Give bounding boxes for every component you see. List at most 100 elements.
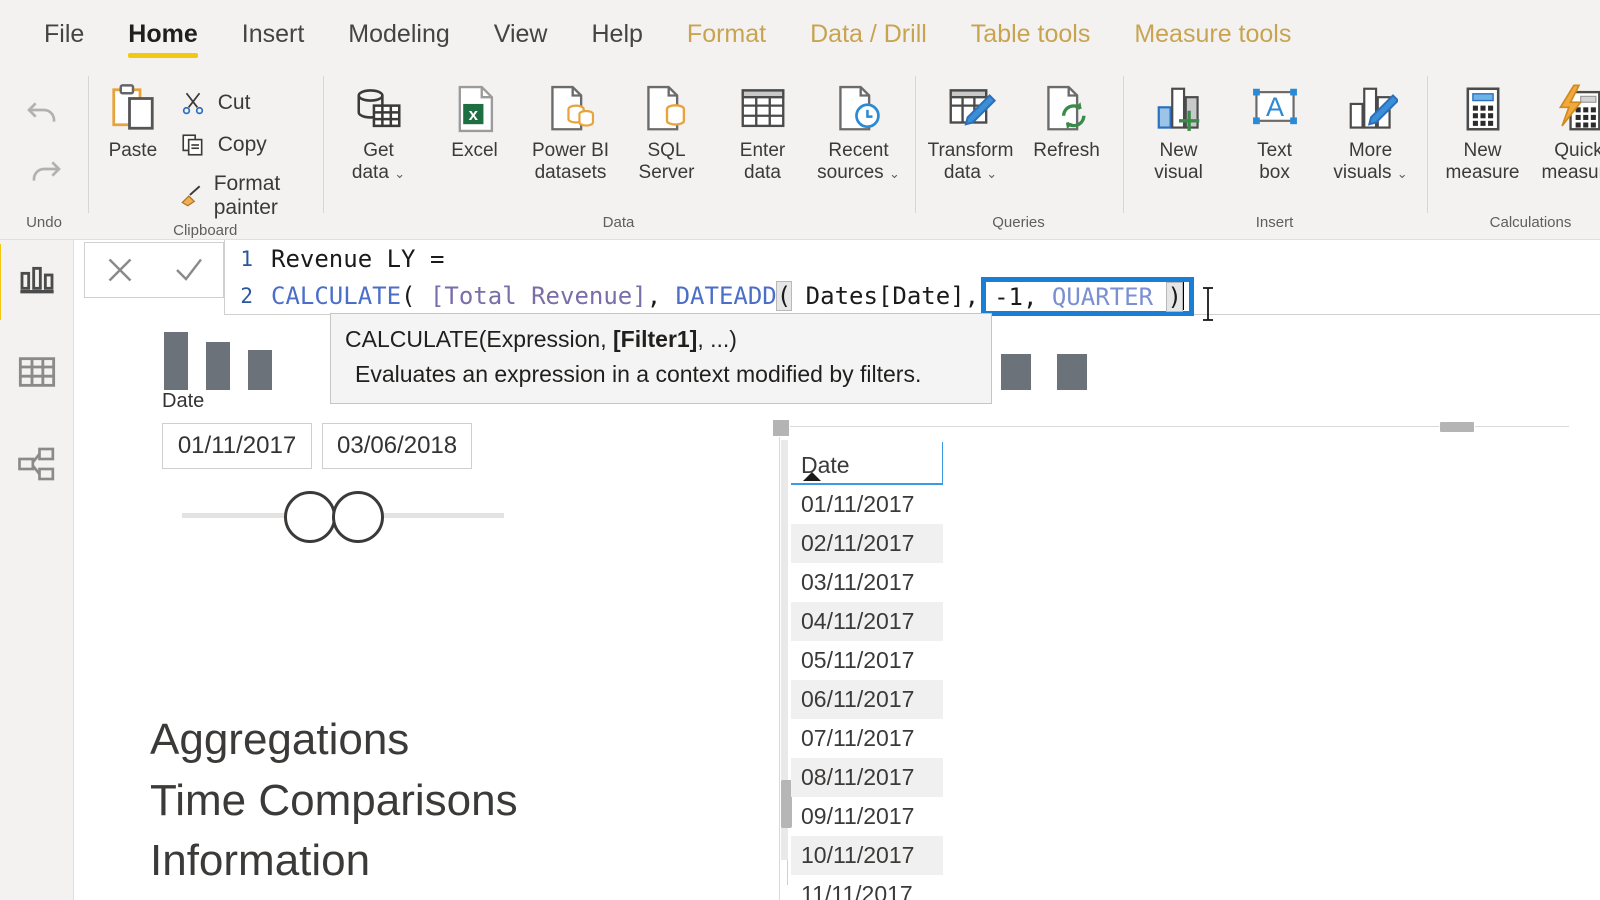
sql-server-icon	[640, 80, 694, 138]
dax-line-2[interactable]: 2 CALCULATE( [Total Revenue], DATEADD( D…	[225, 277, 1600, 316]
date-table-visual[interactable]: Date 01/11/2017 02/11/2017 03/11/2017 04…	[772, 419, 1569, 900]
quick-measure-button[interactable]: Quickmeasure	[1533, 74, 1600, 184]
ribbon-tab-data-drill[interactable]: Data / Drill	[788, 0, 949, 68]
dax-token-dateadd: DATEADD	[675, 281, 777, 310]
commit-check-icon[interactable]	[166, 247, 212, 293]
chevron-down-icon[interactable]: ⌄	[394, 166, 405, 181]
dax-editor[interactable]: 1 Revenue LY = 2 CALCULATE( [Total Reven…	[224, 240, 1600, 321]
excel-label: Excel	[451, 140, 498, 161]
ribbon-tab-help[interactable]: Help	[570, 0, 665, 68]
table-row[interactable]: 07/11/2017	[791, 719, 943, 758]
table-row[interactable]: 03/11/2017	[791, 563, 943, 602]
dax-line-1[interactable]: 1 Revenue LY =	[225, 240, 1600, 277]
model-view-icon	[17, 444, 57, 489]
more-visuals-label-2: visuals	[1333, 161, 1392, 183]
excel-button[interactable]: x Excel	[429, 74, 521, 162]
report-canvas[interactable]: Date 01/11/2017 03/06/2018 Aggregations …	[74, 240, 1600, 900]
table-row[interactable]: 09/11/2017	[791, 797, 943, 836]
chevron-down-icon[interactable]: ⌄	[889, 166, 900, 181]
ribbon-tab-table-tools[interactable]: Table tools	[949, 0, 1113, 68]
ribbon-tab-view[interactable]: View	[472, 0, 570, 68]
slicer-end-input[interactable]: 03/06/2018	[322, 423, 473, 469]
cancel-x-icon[interactable]	[97, 247, 143, 293]
sidebar-item-model-view[interactable]	[9, 438, 65, 494]
date-table[interactable]: Date 01/11/2017 02/11/2017 03/11/2017 04…	[791, 442, 943, 900]
recent-sources-label-2: sources	[817, 161, 884, 183]
text-visual[interactable]: Aggregations Time Comparisons Informatio…	[150, 710, 518, 892]
powerbi-datasets-button[interactable]: Power BI datasets	[525, 74, 617, 184]
get-data-label-2: data	[351, 161, 389, 183]
ribbon-tab-insert[interactable]: Insert	[220, 0, 327, 68]
slider-handle-start[interactable]	[284, 491, 336, 543]
table-row[interactable]: 01/11/2017	[791, 485, 943, 524]
chevron-down-icon[interactable]: ⌄	[986, 166, 997, 181]
table-row[interactable]: 06/11/2017	[791, 680, 943, 719]
ribbon-group-queries: Transform data ⌄ Refresh Queries	[914, 68, 1123, 239]
formula-bar-actions	[84, 242, 224, 298]
dax-formula-bar[interactable]: 1 Revenue LY = 2 CALCULATE( [Total Reven…	[84, 240, 1600, 321]
slider-handle-end[interactable]	[332, 491, 384, 543]
text-caret	[1181, 282, 1184, 310]
new-visual-icon	[1152, 80, 1206, 138]
table-row[interactable]: 05/11/2017	[791, 641, 943, 680]
cut-button[interactable]: Cut	[172, 86, 313, 120]
scissors-icon	[178, 88, 208, 118]
ribbon-tab-modeling[interactable]: Modeling	[326, 0, 471, 68]
new-measure-button[interactable]: New measure	[1437, 74, 1529, 184]
ribbon-group-label-undo: Undo	[26, 214, 62, 231]
dax-highlighted-parameter[interactable]: -1, QUARTER )	[981, 277, 1194, 316]
redo-arrow-icon[interactable]	[24, 149, 64, 194]
text-box-button[interactable]: A Text box	[1229, 74, 1321, 184]
table-row[interactable]: 10/11/2017	[791, 836, 943, 875]
transform-data-label-2: data	[943, 161, 981, 183]
dax-token-total-revenue: [Total Revenue]	[429, 281, 647, 310]
dax-token-dates-date-column: Dates[Date],	[791, 281, 980, 310]
slicer-start-input[interactable]: 01/11/2017	[162, 423, 312, 469]
svg-text:x: x	[468, 105, 478, 124]
intellisense-description: Evaluates an expression in a context mod…	[355, 360, 922, 387]
chart-bar	[206, 342, 230, 390]
transform-data-button[interactable]: Transform data ⌄	[925, 74, 1017, 184]
sidebar-item-data-view[interactable]	[9, 346, 65, 402]
format-painter-button[interactable]: Format painter	[172, 170, 313, 222]
new-measure-label-2: measure	[1445, 161, 1520, 183]
recent-sources-button[interactable]: Recent sources ⌄	[813, 74, 905, 184]
resize-handle-top-left[interactable]	[772, 419, 790, 437]
more-visuals-button[interactable]: More visuals ⌄	[1325, 74, 1417, 184]
undo-arrow-icon[interactable]	[24, 90, 64, 135]
sql-server-button[interactable]: SQL Server	[621, 74, 713, 184]
ribbon-tab-file[interactable]: File	[22, 0, 106, 68]
chart-bar	[164, 332, 188, 390]
refresh-icon	[1040, 80, 1094, 138]
slicer-slider[interactable]	[162, 483, 512, 547]
copy-label: Copy	[217, 133, 267, 156]
new-visual-button[interactable]: New visual	[1133, 74, 1225, 184]
resize-handle-top-center[interactable]	[1439, 421, 1475, 433]
new-visual-label-1: New	[1159, 140, 1198, 161]
ribbon-tab-home[interactable]: Home	[106, 0, 219, 68]
transform-pencil-table-icon	[944, 80, 998, 138]
dax-token-space	[416, 282, 430, 310]
sort-ascending-icon[interactable]	[803, 472, 821, 481]
ribbon-tab-measure-tools[interactable]: Measure tools	[1112, 0, 1313, 68]
text-box-label-1: Text	[1257, 140, 1292, 161]
get-data-button[interactable]: Get data ⌄	[333, 74, 425, 184]
date-range-slicer[interactable]: Date 01/11/2017 03/06/2018	[162, 390, 512, 547]
ribbon-tab-format[interactable]: Format	[665, 0, 788, 68]
sidebar-item-report-view[interactable]	[0, 244, 65, 320]
get-data-label-1: Get	[363, 140, 394, 161]
table-row[interactable]: 04/11/2017	[791, 602, 943, 641]
enter-data-button[interactable]: Enter data	[717, 74, 809, 184]
calculator-icon	[1456, 80, 1510, 138]
table-column-header-date[interactable]: Date	[791, 442, 943, 485]
table-row[interactable]: 11/11/2017	[791, 875, 943, 900]
table-scrollbar[interactable]	[781, 440, 792, 860]
table-row[interactable]: 02/11/2017	[791, 524, 943, 563]
ribbon-group-label-data: Data	[602, 214, 635, 231]
copy-button[interactable]: Copy	[172, 128, 313, 162]
text-ibeam-cursor	[1200, 284, 1216, 324]
chevron-down-icon[interactable]: ⌄	[1397, 166, 1408, 181]
table-row[interactable]: 08/11/2017	[791, 758, 943, 797]
paste-button[interactable]: Paste	[98, 74, 168, 162]
refresh-button[interactable]: Refresh	[1021, 74, 1113, 162]
